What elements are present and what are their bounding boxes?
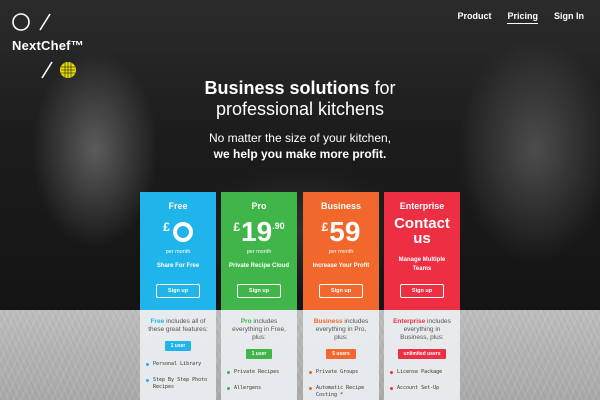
plan-tagline: Private Recipe Cloud xyxy=(228,263,290,269)
bullet-icon xyxy=(227,371,230,374)
plan-features-enterprise: Enterprise includes everything in Busine… xyxy=(384,310,460,400)
plan-tagline: Share For Free xyxy=(156,263,200,269)
list-item: Private Groups xyxy=(309,369,379,376)
sub-line2: we help you make more profit. xyxy=(213,147,387,161)
plan-tagline: Manage Multiple Teams xyxy=(398,257,446,272)
lead-plan-name: Pro xyxy=(240,318,252,325)
feature-list: Private Groups Automatic Recipe Costing … xyxy=(303,369,379,399)
currency-symbol: £ xyxy=(163,220,170,234)
plan-tagline: Increase Your Profit xyxy=(312,263,370,269)
currency-symbol: £ xyxy=(321,220,329,234)
lead-plan-name: Enterprise xyxy=(393,318,426,325)
sign-up-button-pro[interactable]: Sign up xyxy=(237,284,281,298)
bullet-icon xyxy=(390,371,393,374)
plan-card-free: Free £ per month Share For Free Sign up xyxy=(140,192,216,310)
plan-name: Free xyxy=(168,201,188,211)
users-badge: unlimited users xyxy=(397,349,447,359)
hero-subheadline: No matter the size of your kitchen, we h… xyxy=(0,130,600,162)
plan-card-pro: Pro £ 19 .90 per month Private Recipe Cl… xyxy=(221,192,297,310)
plan-period: per month xyxy=(165,249,191,255)
price-amount: 19 xyxy=(241,216,273,247)
list-item: Account Set-Up xyxy=(390,385,460,392)
hero-headline: Business solutions for professional kitc… xyxy=(0,78,600,120)
contact-us-link[interactable]: Contact us xyxy=(384,216,460,246)
price-decimals: .90 xyxy=(272,221,285,231)
lead-plan-name: Business xyxy=(313,318,343,325)
bullet-icon xyxy=(146,363,149,366)
price-amount: 59 xyxy=(329,216,361,247)
plan-features-free: Free includes all of these great feature… xyxy=(140,310,216,400)
plan-name: Enterprise xyxy=(399,201,445,211)
plan-name: Pro xyxy=(251,201,267,211)
feature-list: Private Recipes Allergens xyxy=(221,369,297,392)
sub-line1: No matter the size of your kitchen, xyxy=(208,131,392,145)
feature-label: Private Recipes xyxy=(234,369,280,375)
users-badge: 1 user xyxy=(245,349,273,359)
feature-label: Personal Library xyxy=(153,361,202,367)
nextchef-logo[interactable]: NextChef™ xyxy=(12,12,84,84)
brand-name: NextChef™ xyxy=(12,38,84,53)
steel-counter-background xyxy=(0,310,600,400)
bullet-icon xyxy=(227,387,230,390)
feature-label: Automatic Recipe Costing * xyxy=(316,385,365,398)
currency-symbol: £ xyxy=(233,220,240,234)
list-item: Personal Library xyxy=(146,361,216,368)
nav-product[interactable]: Product xyxy=(457,11,491,24)
plan-price: £ 19 .90 xyxy=(221,217,297,247)
users-badge: 5 users xyxy=(326,349,356,359)
list-item: License Package xyxy=(390,369,460,376)
list-item: Allergens xyxy=(227,385,297,392)
sign-up-button-free[interactable]: Sign up xyxy=(156,284,200,298)
feature-label: Allergens xyxy=(234,385,262,391)
plan-period: per month xyxy=(246,249,272,255)
feature-label: Account Set-Up xyxy=(397,385,440,391)
feature-label: Private Groups xyxy=(316,369,359,375)
zero-price-icon xyxy=(172,222,193,242)
sign-up-button-enterprise[interactable]: Sign up xyxy=(400,284,444,298)
bullet-icon xyxy=(390,387,393,390)
nav-pricing[interactable]: Pricing xyxy=(507,11,538,24)
top-nav: Product Pricing Sign In xyxy=(457,11,584,24)
plan-features-business: Business includes everything in Pro, plu… xyxy=(303,310,379,400)
list-item: Private Recipes xyxy=(227,369,297,376)
headline-bold: Business solutions xyxy=(204,78,370,98)
feature-label: Step By Step Photo Recipes xyxy=(153,377,208,390)
feature-list: License Package Account Set-Up xyxy=(384,369,460,392)
headline-rest: for xyxy=(369,78,396,98)
plan-features-pro: Pro includes everything in Free, plus: 1… xyxy=(221,310,297,400)
plan-name: Business xyxy=(320,201,362,211)
bullet-icon xyxy=(146,379,149,382)
lead-plan-name: Free xyxy=(150,318,165,325)
sign-up-button-business[interactable]: Sign up xyxy=(319,284,363,298)
plan-price: £ 59 xyxy=(303,217,379,247)
plan-period: per month xyxy=(328,249,354,255)
users-badge: 1 user xyxy=(164,341,192,351)
list-item: Step By Step Photo Recipes xyxy=(146,377,216,391)
feature-list: Personal Library Step By Step Photo Reci… xyxy=(140,361,216,391)
nav-sign-in[interactable]: Sign In xyxy=(554,11,584,24)
bullet-icon xyxy=(309,371,312,374)
plan-card-enterprise: Enterprise Contact us Manage Multiple Te… xyxy=(384,192,460,310)
bullet-icon xyxy=(309,387,312,390)
list-item: Automatic Recipe Costing * xyxy=(309,385,379,399)
plan-price: £ xyxy=(140,217,216,247)
feature-label: License Package xyxy=(397,369,443,375)
plan-card-business: Business £ 59 per month Increase Your Pr… xyxy=(303,192,379,310)
headline-line2: professional kitchens xyxy=(215,99,385,119)
